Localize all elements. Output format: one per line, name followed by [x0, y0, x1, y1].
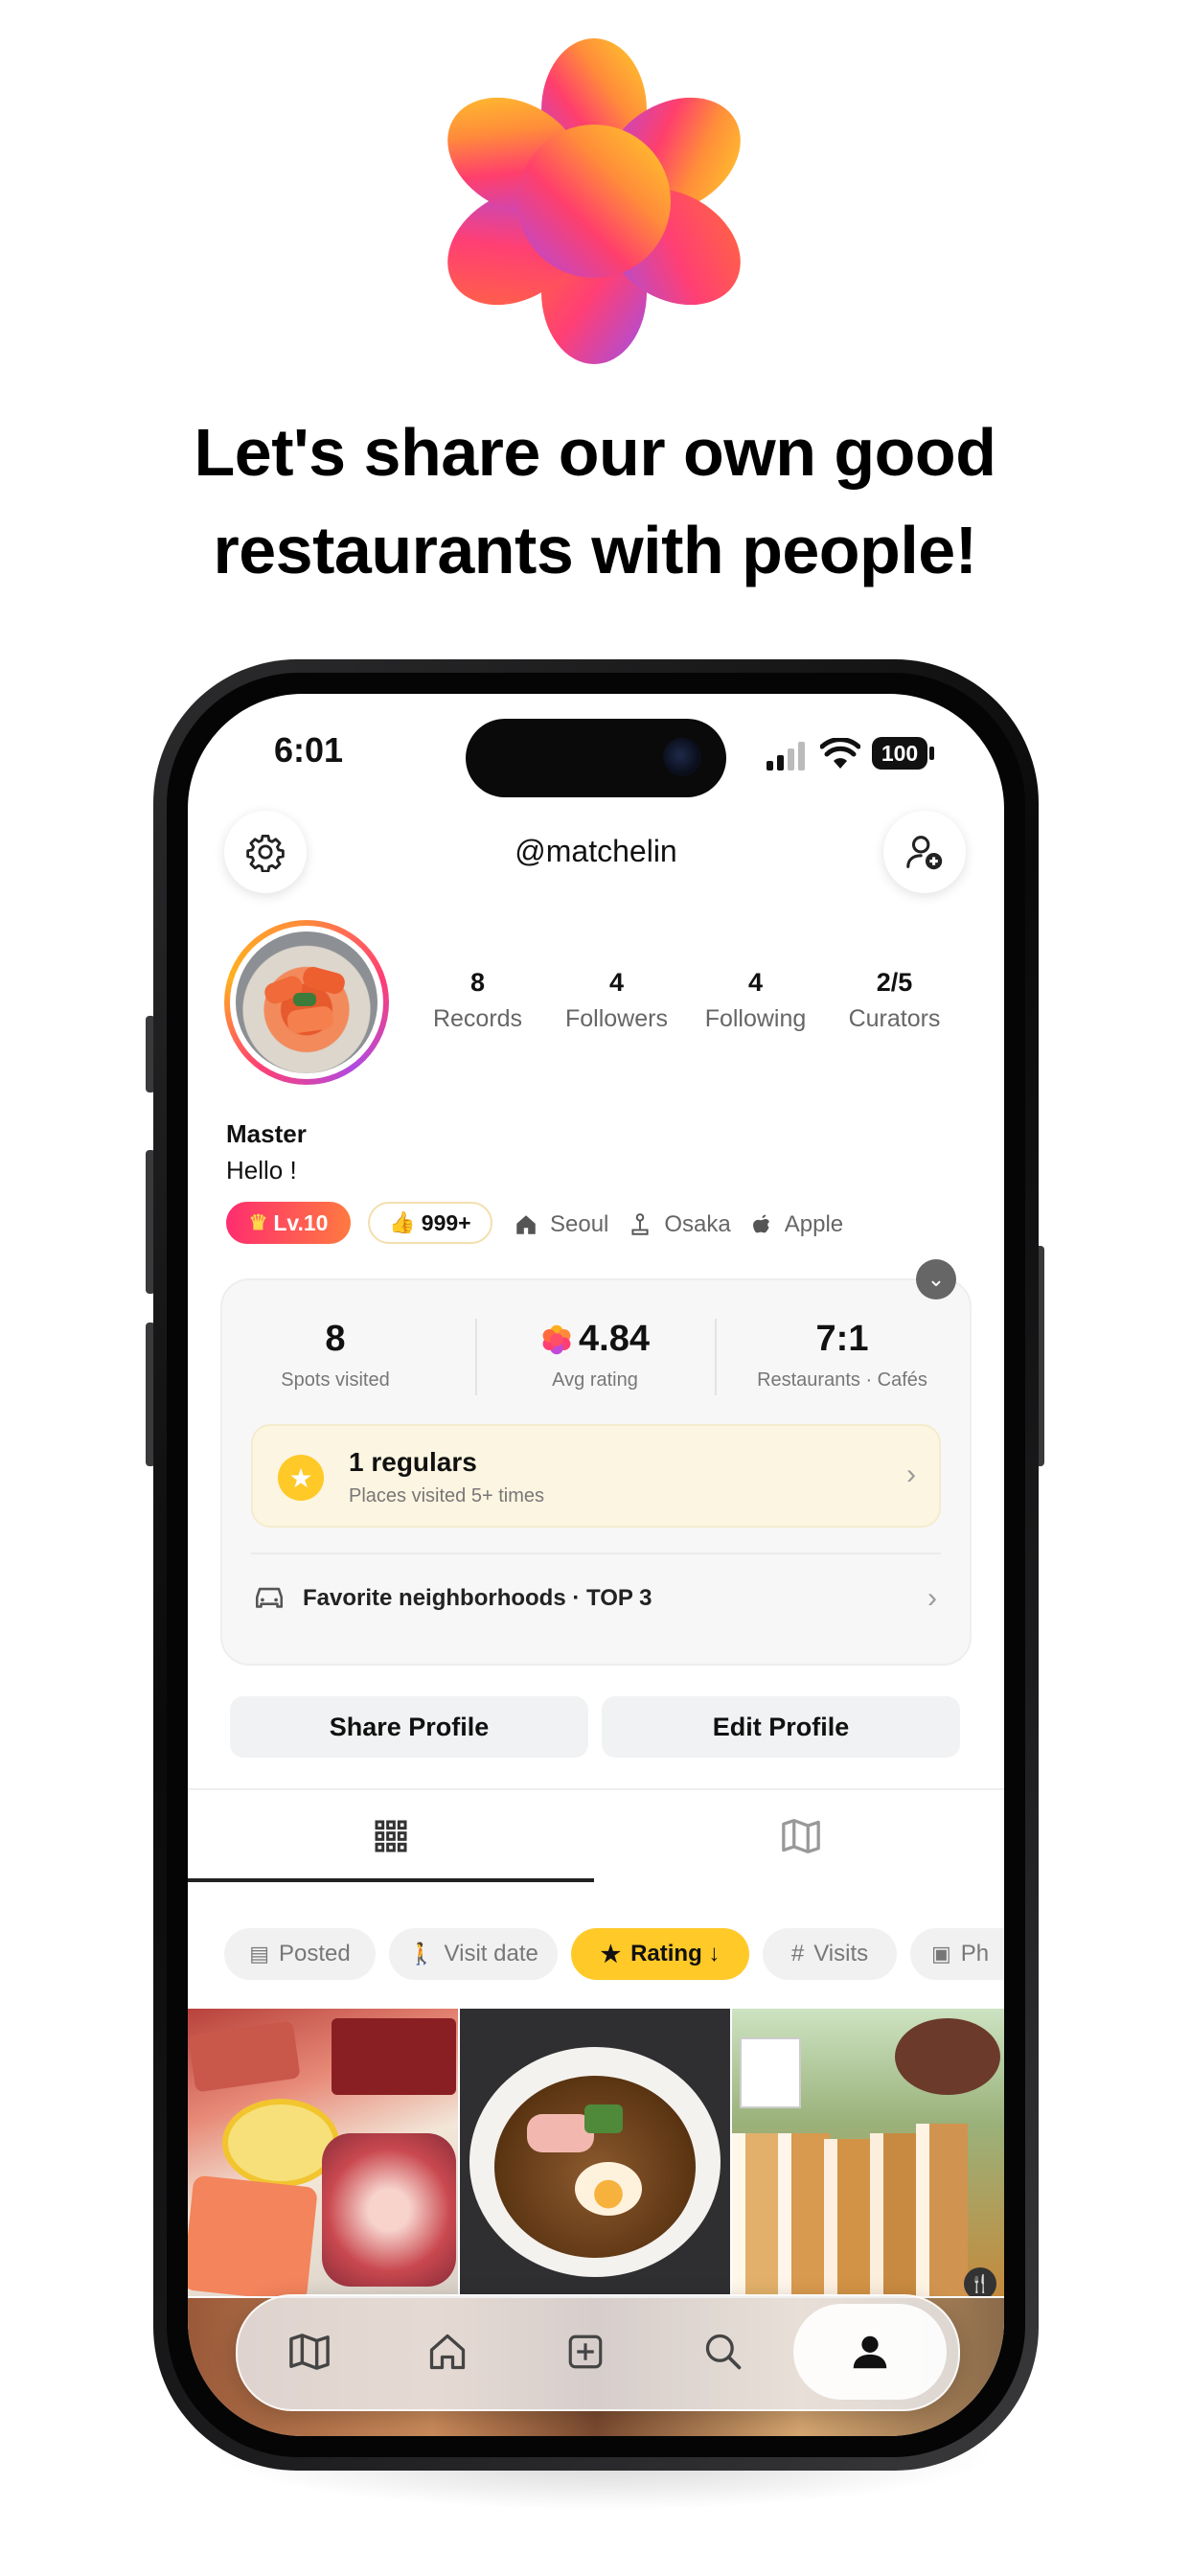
tab-grid[interactable]: [188, 1790, 594, 1882]
map-icon: [289, 2334, 330, 2370]
star-icon: ★: [278, 1455, 324, 1501]
likes-badge[interactable]: 👍 999+: [368, 1202, 492, 1244]
joystick-icon: [631, 1213, 649, 1235]
calendar-icon: ▤: [249, 1942, 270, 1966]
image-icon: ▣: [931, 1942, 951, 1966]
summary-restaurant-cafe-ratio: 7:1 Restaurants · Cafés: [757, 1319, 927, 1391]
share-profile-button[interactable]: Share Profile: [230, 1696, 588, 1758]
nav-home-button[interactable]: [395, 2312, 500, 2392]
walking-icon: 🚶: [408, 1942, 435, 1966]
active-tab-indicator: [188, 1878, 594, 1882]
add-user-icon: [906, 836, 943, 870]
grid-photo-tonkatsu[interactable]: 🍴: [732, 2009, 1004, 2296]
user-icon: [853, 2335, 887, 2369]
profile-name: Master: [226, 1119, 307, 1148]
regulars-title: 1 regulars: [349, 1447, 477, 1477]
hash-icon: #: [790, 1941, 805, 1966]
phone-screen: 6:01 100 @matchelin 8 Records 4 Follower…: [188, 694, 1004, 2436]
chevron-right-icon: ›: [927, 1582, 937, 1614]
avatar[interactable]: [236, 932, 378, 1073]
restaurant-utensils-icon: 🍴: [964, 2267, 996, 2296]
regulars-row[interactable]: ★ 1 regulars Places visited 5+ times ›: [251, 1424, 941, 1528]
card-divider: [251, 1552, 941, 1554]
gear-icon: [246, 834, 285, 872]
collapse-chevron-down-icon[interactable]: ⌄: [916, 1259, 956, 1300]
grid-icon: [375, 1820, 407, 1852]
front-camera: [663, 738, 701, 776]
profile-summary-card: 8 Spots visited 4.84 Avg rating 7:1 Rest…: [220, 1278, 972, 1666]
grid-photo-sashimi[interactable]: [188, 2009, 458, 2296]
battery-indicator: 100: [872, 737, 927, 770]
summary-spots: 8 Spots visited: [281, 1319, 390, 1391]
profile-username: @matchelin: [515, 834, 677, 868]
nav-add-button[interactable]: [533, 2312, 638, 2392]
wifi-icon: [820, 738, 860, 769]
crown-icon: ♛: [248, 1210, 268, 1234]
status-time: 6:01: [274, 730, 344, 770]
rating-flower-icon: [542, 1324, 571, 1354]
stat-following[interactable]: 4 Following: [686, 968, 825, 1045]
profile-stats: 8 Records 4 Followers 4 Following 2/5 Cu…: [408, 968, 964, 1045]
stat-curators[interactable]: 2/5 Curators: [825, 968, 964, 1045]
star-icon: ★: [600, 1941, 622, 1967]
headline-line-1: Let's share our own good: [194, 415, 996, 490]
bottom-tab-bar: [236, 2294, 960, 2411]
search-icon: [705, 2334, 742, 2370]
plus-square-icon: [568, 2334, 603, 2369]
grid-photo-ramen[interactable]: [460, 2009, 730, 2296]
car-icon: [255, 1587, 284, 1608]
home-icon: [516, 1215, 536, 1234]
settings-button[interactable]: [224, 811, 307, 893]
signal-icon: [767, 742, 805, 770]
regulars-subtitle: Places visited 5+ times: [349, 1485, 544, 1506]
map-icon: [782, 1819, 820, 1853]
tag-city-seoul: Seoul: [550, 1211, 609, 1237]
tag-city-osaka: Osaka: [664, 1211, 731, 1237]
filter-photos[interactable]: ▣ Ph: [910, 1928, 1004, 1980]
nav-profile-button[interactable]: [793, 2304, 947, 2400]
thumbs-up-icon: 👍: [389, 1210, 416, 1234]
nav-search-button[interactable]: [671, 2312, 776, 2392]
filter-posted[interactable]: ▤ Posted: [224, 1928, 376, 1980]
edit-profile-button[interactable]: Edit Profile: [602, 1696, 960, 1758]
profile-bio: Hello !: [226, 1156, 297, 1184]
add-friend-button[interactable]: [883, 811, 966, 893]
filter-visits[interactable]: # Visits: [763, 1928, 897, 1980]
summary-avg-rating: 4.84 Avg rating: [475, 1319, 715, 1392]
apple-icon: [752, 1214, 769, 1233]
tag-device-apple: Apple: [784, 1211, 844, 1237]
headline-line-2: restaurants with people!: [213, 513, 977, 587]
tab-map[interactable]: [598, 1790, 1004, 1882]
home-icon: [429, 2334, 466, 2370]
stat-records[interactable]: 8 Records: [408, 968, 547, 1045]
app-logo-flower-icon: [447, 38, 741, 364]
filter-rating[interactable]: ★ Rating ↓: [571, 1928, 749, 1980]
filter-visit-date[interactable]: 🚶 Visit date: [389, 1928, 558, 1980]
chevron-right-icon: ›: [906, 1459, 916, 1490]
favorite-neighborhoods-row[interactable]: Favorite neighborhoods · TOP 3 ›: [251, 1568, 941, 1629]
level-badge[interactable]: ♛ Lv.10: [226, 1202, 351, 1244]
profile-tags: Seoul Osaka Apple: [514, 1211, 843, 1238]
nav-map-button[interactable]: [257, 2312, 362, 2392]
stat-followers[interactable]: 4 Followers: [547, 968, 686, 1045]
battery-cap: [929, 747, 934, 760]
